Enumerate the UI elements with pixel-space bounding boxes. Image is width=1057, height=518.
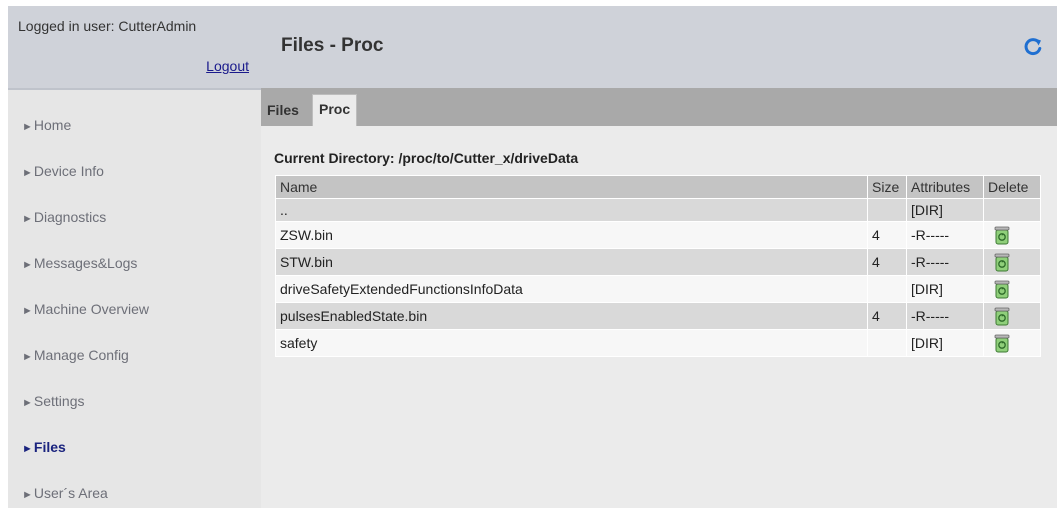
nav-arrow-icon: ► [22,259,33,271]
file-name[interactable]: .. [275,198,868,222]
file-size: 4 [867,302,907,330]
sidebar-nav: ►Home ►Device Info ►Diagnostics ►Messages&L… [8,102,261,516]
sidebar-item-label: Device Info [33,163,104,179]
sidebar-item-label: Home [33,117,72,133]
column-header-delete: Delete [983,175,1041,199]
nav-arrow-icon: ► [22,351,33,363]
table-row[interactable]: driveSafetyExtendedFunctionsInfoData [DIR… [275,275,1041,303]
file-size: 4 [867,221,907,249]
table-row[interactable]: .. [DIR] [275,198,1041,222]
delete-cell [983,275,1041,303]
trash-icon[interactable] [993,279,1011,299]
sidebar-item-messages-logs[interactable]: ►Messages&Logs [8,240,261,286]
login-panel: Logged in user: CutterAdmin Logout [8,6,261,90]
file-attributes: [DIR] [906,198,984,222]
file-attributes: [DIR] [906,329,984,357]
column-header-attributes[interactable]: Attributes [906,175,984,199]
sidebar-item-label: Files [33,439,66,455]
sidebar-item-label: Diagnostics [33,209,107,225]
delete-cell [983,198,1041,222]
sidebar-item-label: User´s Area [33,485,108,501]
sidebar-item-label: Manage Config [33,347,129,363]
logged-in-user: Logged in user: CutterAdmin [18,18,197,34]
current-directory: Current Directory: /proc/to/Cutter_x/dri… [274,150,579,166]
sidebar-item-home[interactable]: ►Home [8,102,261,148]
nav-arrow-icon: ► [22,305,33,317]
nav-arrow-icon: ► [22,213,33,225]
sidebar: Logged in user: CutterAdmin Logout ►Home… [8,6,261,508]
file-name[interactable]: pulsesEnabledState.bin [275,302,868,330]
column-header-name[interactable]: Name [275,175,868,199]
delete-cell [983,329,1041,357]
delete-cell [983,221,1041,249]
nav-arrow-icon: ► [22,121,33,133]
trash-icon[interactable] [993,225,1011,245]
column-header-size[interactable]: Size [867,175,907,199]
sidebar-item-diagnostics[interactable]: ►Diagnostics [8,194,261,240]
table-row[interactable]: STW.bin 4 -R----- [275,248,1041,276]
table-row[interactable]: safety [DIR] [275,329,1041,357]
files-table: Name Size Attributes Delete .. [DIR] ZSW.b… [275,175,1041,357]
sidebar-item-device-info[interactable]: ►Device Info [8,148,261,194]
main-content: Files Proc Current Directory: /proc/to/C… [261,88,1057,508]
trash-icon[interactable] [993,306,1011,326]
nav-arrow-icon: ► [22,397,33,409]
nav-arrow-icon: ► [22,443,33,455]
page-header: Files - Proc [261,6,1057,88]
page-title: Files - Proc [281,35,384,56]
file-attributes: -R----- [906,302,984,330]
file-name[interactable]: safety [275,329,868,357]
tab-proc[interactable]: Proc [312,94,358,126]
sidebar-item-machine-overview[interactable]: ►Machine Overview [8,286,261,332]
delete-cell [983,302,1041,330]
file-name[interactable]: ZSW.bin [275,221,868,249]
table-row[interactable]: ZSW.bin 4 -R----- [275,221,1041,249]
sidebar-item-manage-config[interactable]: ►Manage Config [8,332,261,378]
file-size [867,275,907,303]
nav-arrow-icon: ► [22,489,33,501]
sidebar-item-user-s-area[interactable]: ►User´s Area [8,470,261,516]
file-attributes: -R----- [906,248,984,276]
refresh-icon[interactable] [1023,37,1043,57]
sidebar-item-label: Settings [33,393,85,409]
file-size: 4 [867,248,907,276]
file-size [867,198,907,222]
file-size [867,329,907,357]
file-attributes: -R----- [906,221,984,249]
nav-arrow-icon: ► [22,167,33,179]
trash-icon[interactable] [993,252,1011,272]
sidebar-item-label: Machine Overview [33,301,150,317]
sidebar-item-settings[interactable]: ►Settings [8,378,261,424]
logout-link[interactable]: Logout [206,58,249,74]
file-name[interactable]: driveSafetyExtendedFunctionsInfoData [275,275,868,303]
file-name[interactable]: STW.bin [275,248,868,276]
table-row[interactable]: pulsesEnabledState.bin 4 -R----- [275,302,1041,330]
tab-files[interactable]: Files [261,96,305,126]
sidebar-item-files[interactable]: ►Files [8,424,261,470]
delete-cell [983,248,1041,276]
trash-icon[interactable] [993,333,1011,353]
sidebar-item-label: Messages&Logs [33,255,138,271]
tab-bar: Files Proc [261,88,1057,126]
file-attributes: [DIR] [906,275,984,303]
